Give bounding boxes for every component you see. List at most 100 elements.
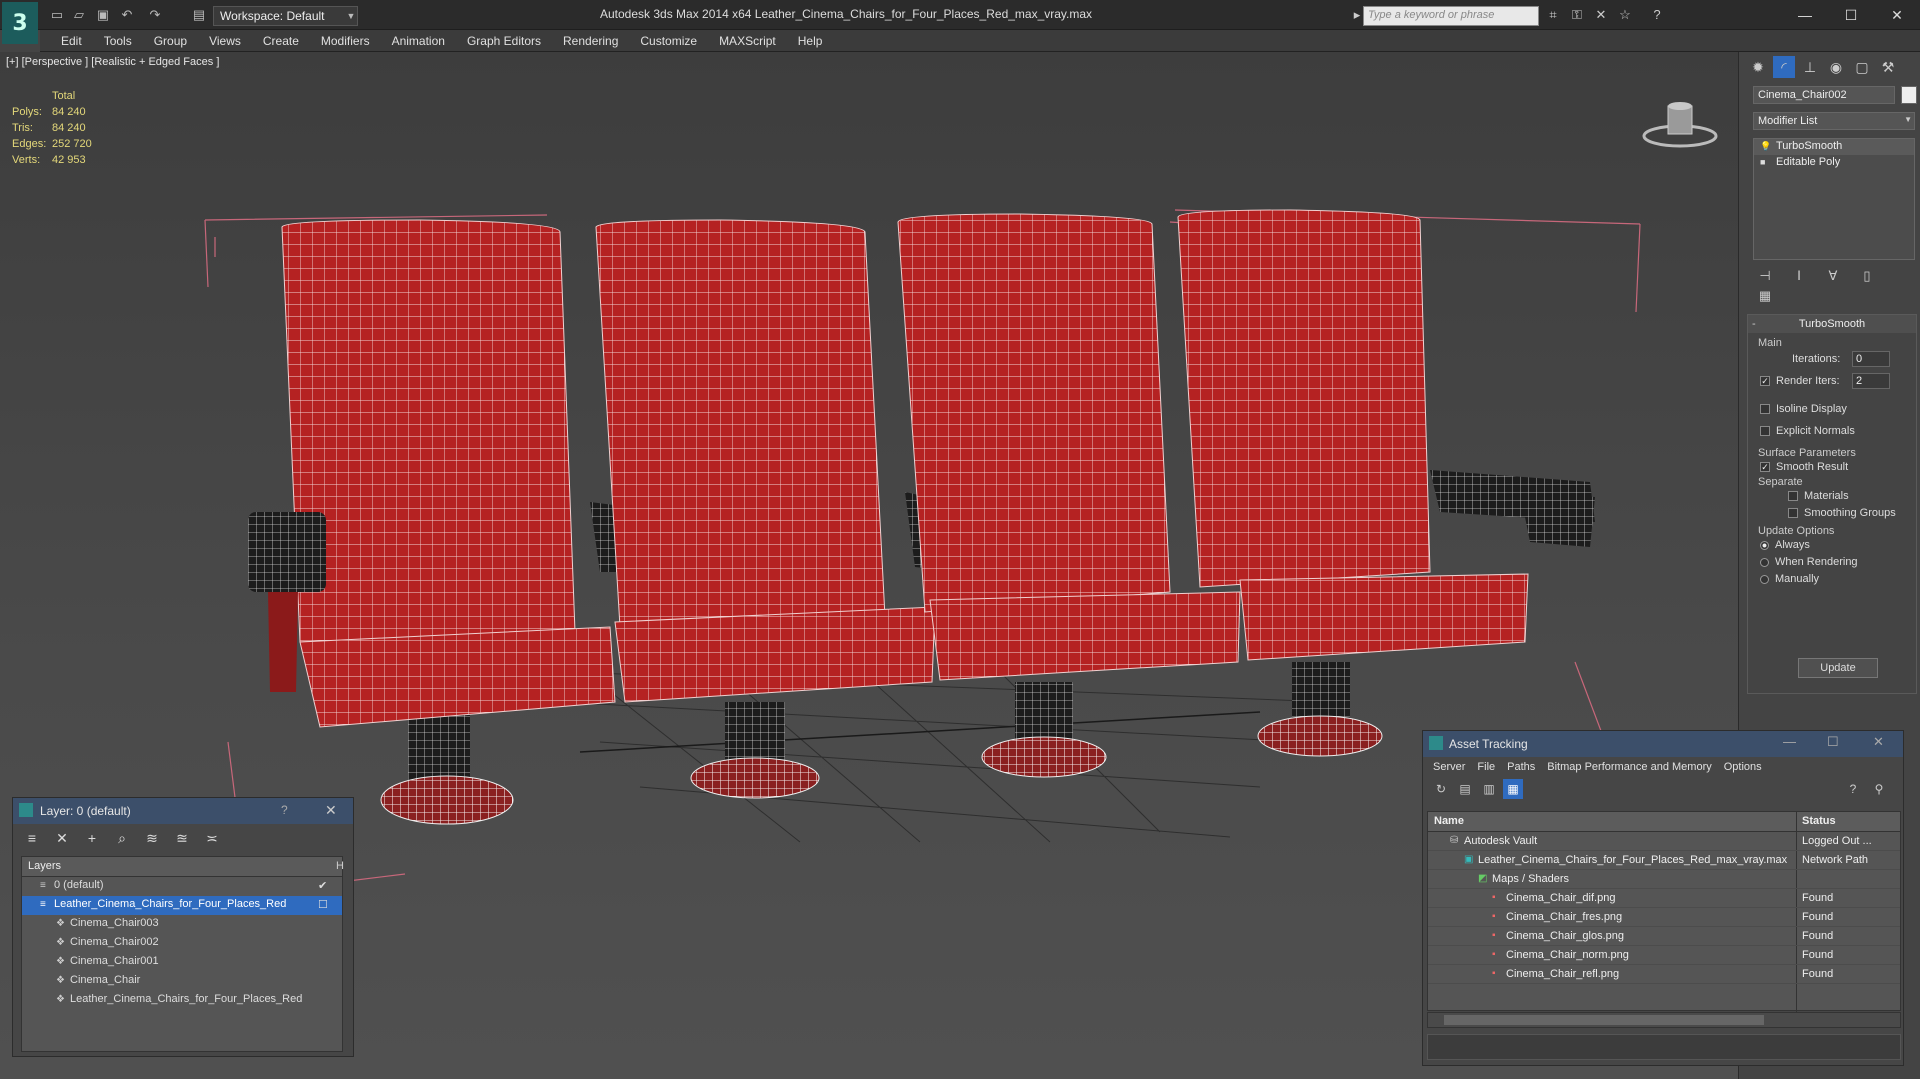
when-rendering-radio[interactable]	[1760, 557, 1769, 567]
scrollbar-thumb[interactable]	[1444, 1015, 1764, 1025]
add-to-layer-icon[interactable]: +	[81, 828, 103, 848]
smooth-result-checkbox[interactable]: ✓	[1760, 462, 1770, 473]
menu-create[interactable]: Create	[252, 30, 310, 48]
highlight-layer-icon[interactable]: ≋	[141, 828, 163, 848]
pin-stack-icon[interactable]: ⊣	[1753, 266, 1777, 286]
maximize-button[interactable]: ☐	[1836, 4, 1866, 26]
modify-tab-icon[interactable]: ◜	[1773, 56, 1795, 78]
iterations-spinner[interactable]: 0	[1852, 351, 1890, 367]
update-button[interactable]: Update	[1798, 658, 1878, 678]
layer-window-titlebar[interactable]: Layer: 0 (default) ? ✕	[13, 798, 353, 824]
asset-table[interactable]: Name Status ⛁ Autodesk Vault Logged Out ..…	[1427, 811, 1901, 1012]
status-column-header[interactable]: Status	[1802, 815, 1836, 827]
show-end-result-icon[interactable]: Ⅰ	[1787, 266, 1811, 286]
menu-graph-editors[interactable]: Graph Editors	[456, 30, 552, 48]
chevron-down-icon[interactable]: ▼	[343, 6, 359, 26]
app-logo-icon[interactable]: 3	[2, 2, 38, 44]
maximize-button[interactable]: ☐	[1827, 734, 1839, 750]
active-layer-check-icon[interactable]: ✔	[318, 879, 327, 892]
help-search-icon[interactable]: ⚲	[1869, 779, 1889, 799]
always-radio[interactable]	[1760, 540, 1769, 550]
materials-checkbox[interactable]	[1788, 491, 1798, 502]
close-button[interactable]: ✕	[1873, 734, 1884, 750]
menu-maxscript[interactable]: MAXScript	[708, 30, 787, 48]
modifier-list-dropdown[interactable]: Modifier List ▼	[1753, 112, 1915, 130]
layer-row[interactable]: ❖ Cinema_Chair	[22, 972, 342, 991]
help-icon[interactable]: ?	[1648, 7, 1666, 23]
layer-row[interactable]: ❖ Leather_Cinema_Chairs_for_Four_Places_R…	[22, 991, 342, 1010]
stack-item-editable-poly[interactable]: ■ Editable Poly	[1754, 155, 1914, 171]
asset-row[interactable]: ▪ Cinema_Chair_fres.png Found	[1428, 908, 1900, 927]
hide-all-icon[interactable]: ≊	[171, 828, 193, 848]
make-active-box-icon[interactable]: ☐	[318, 898, 328, 911]
help-icon[interactable]: ?	[281, 803, 288, 817]
menu-rendering[interactable]: Rendering	[552, 30, 629, 48]
favorite-star-icon[interactable]: ☆	[1616, 7, 1634, 23]
layer-row[interactable]: ≡ Leather_Cinema_Chairs_for_Four_Places_R…	[22, 896, 342, 915]
new-layer-icon[interactable]: ≡	[21, 828, 43, 848]
menu-group[interactable]: Group	[143, 30, 198, 48]
asset-row[interactable]: ◩ Maps / Shaders	[1428, 870, 1900, 889]
lightbulb-icon[interactable]: 💡	[1760, 141, 1771, 152]
minimize-button[interactable]: —	[1790, 4, 1820, 26]
render-iters-checkbox[interactable]: ✓	[1760, 376, 1770, 387]
close-button[interactable]: ✕	[1882, 4, 1912, 26]
asset-row[interactable]: ⛁ Autodesk Vault Logged Out ...	[1428, 832, 1900, 851]
open-file-icon[interactable]: ▱	[70, 6, 88, 24]
search-input[interactable]: Type a keyword or phrase	[1363, 6, 1539, 26]
asset-row[interactable]: ▪ Cinema_Chair_refl.png Found	[1428, 965, 1900, 984]
remove-modifier-icon[interactable]: ▯	[1855, 266, 1879, 286]
menu-help[interactable]: Help	[787, 30, 834, 48]
viewcube-icon[interactable]	[1640, 92, 1720, 152]
layer-row[interactable]: ❖ Cinema_Chair001	[22, 953, 342, 972]
asset-row[interactable]: ▪ Cinema_Chair_norm.png Found	[1428, 946, 1900, 965]
project-folder-icon[interactable]: ▤	[190, 6, 208, 24]
table-view-icon[interactable]: ▥	[1479, 779, 1499, 799]
menu-file[interactable]: File	[1471, 761, 1501, 773]
asset-row[interactable]: ▣ Leather_Cinema_Chairs_for_Four_Places_R…	[1428, 851, 1900, 870]
asset-row[interactable]: ▪ Cinema_Chair_dif.png Found	[1428, 889, 1900, 908]
menu-options[interactable]: Options	[1718, 761, 1768, 773]
menu-paths[interactable]: Paths	[1501, 761, 1541, 773]
key-icon[interactable]: ⚿	[1568, 7, 1586, 23]
collapse-icon[interactable]: -	[1752, 315, 1756, 333]
layer-list[interactable]: Layers H ≡ 0 (default) ✔ ≡ Leather_Cinema_Ch…	[21, 856, 344, 1052]
menu-edit[interactable]: Edit	[50, 30, 93, 48]
object-name-field[interactable]: Cinema_Chair002	[1753, 86, 1895, 104]
redo-icon[interactable]: ↷	[146, 6, 164, 24]
menu-customize[interactable]: Customize	[629, 30, 708, 48]
freeze-all-icon[interactable]: ≍	[201, 828, 223, 848]
viewport-label[interactable]: [+] [Perspective ] [Realistic + Edged Fa…	[6, 56, 219, 68]
make-unique-icon[interactable]: ∀	[1821, 266, 1845, 286]
tools-icon[interactable]: ✕	[1592, 7, 1610, 23]
utilities-tab-icon[interactable]: ⚒	[1877, 56, 1899, 78]
stack-item-turbosmooth[interactable]: 💡 TurboSmooth	[1754, 139, 1914, 155]
menu-views[interactable]: Views	[198, 30, 252, 48]
menu-animation[interactable]: Animation	[381, 30, 456, 48]
layer-row[interactable]: ❖ Cinema_Chair003	[22, 915, 342, 934]
menu-modifiers[interactable]: Modifiers	[310, 30, 381, 48]
display-tab-icon[interactable]: ▢	[1851, 56, 1873, 78]
smoothing-groups-checkbox[interactable]	[1788, 508, 1798, 519]
menu-tools[interactable]: Tools	[93, 30, 143, 48]
select-objects-icon[interactable]: ⌕	[111, 828, 133, 848]
workspace-dropdown[interactable]: Workspace: Default	[213, 6, 358, 26]
list-view-icon[interactable]: ▤	[1455, 779, 1475, 799]
asset-window-titlebar[interactable]: Asset Tracking — ☐ ✕	[1423, 731, 1903, 757]
horizontal-scrollbar[interactable]	[1427, 1012, 1901, 1028]
minimize-button[interactable]: —	[1783, 734, 1796, 749]
layer-row[interactable]: ❖ Cinema_Chair002	[22, 934, 342, 953]
name-column-header[interactable]: Name	[1434, 815, 1464, 827]
modifier-stack[interactable]: 💡 TurboSmooth ■ Editable Poly	[1753, 138, 1915, 260]
menu-server[interactable]: Server	[1427, 761, 1471, 773]
help-icon[interactable]: ?	[1843, 779, 1863, 799]
new-file-icon[interactable]: ▭	[48, 6, 66, 24]
undo-icon[interactable]: ↶	[118, 6, 136, 24]
motion-tab-icon[interactable]: ◉	[1825, 56, 1847, 78]
create-tab-icon[interactable]: ✹	[1747, 56, 1769, 78]
render-iters-spinner[interactable]: 2	[1852, 373, 1890, 389]
asset-row[interactable]: ▪ Cinema_Chair_glos.png Found	[1428, 927, 1900, 946]
delete-layer-icon[interactable]: ✕	[51, 828, 73, 848]
menu-bitmap-performance[interactable]: Bitmap Performance and Memory	[1541, 761, 1717, 773]
manually-radio[interactable]	[1760, 574, 1769, 584]
